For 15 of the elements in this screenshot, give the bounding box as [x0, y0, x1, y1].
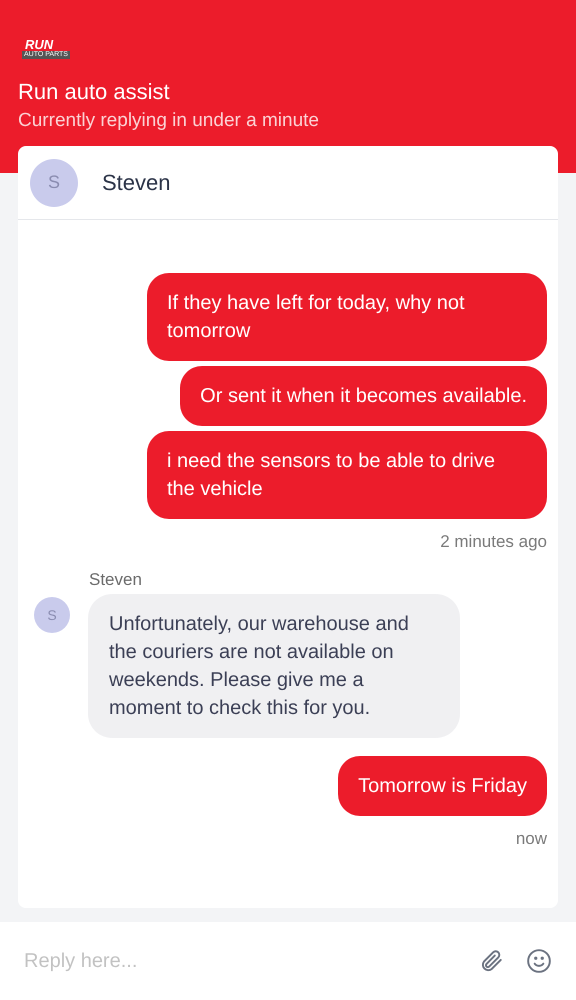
agent-avatar: S: [30, 158, 78, 206]
sent-message: Tomorrow is Friday: [338, 756, 547, 816]
sender-name: Steven: [89, 570, 143, 590]
received-message: Unfortunately, our warehouse and the couriers are not available on weekends. Please give me a moment to check this for you.: [88, 594, 460, 738]
reply-field[interactable]: Reply here...: [24, 946, 456, 976]
message-time: now: [516, 829, 547, 849]
header-title: Run auto assist: [18, 78, 171, 106]
agent-name: Steven: [102, 169, 170, 197]
emoji-icon[interactable]: [526, 948, 552, 974]
sent-message: i need the sensors to be able to drive the vehicle: [147, 431, 547, 519]
header-subtitle: Currently replying in under a minute: [18, 109, 320, 133]
sent-message: If they have left for today, why not tomorrow: [147, 273, 547, 361]
agent-avatar: S: [34, 597, 70, 633]
sent-message: Or sent it when it becomes available.: [180, 366, 547, 426]
message-time: 2 minutes ago: [440, 532, 547, 552]
